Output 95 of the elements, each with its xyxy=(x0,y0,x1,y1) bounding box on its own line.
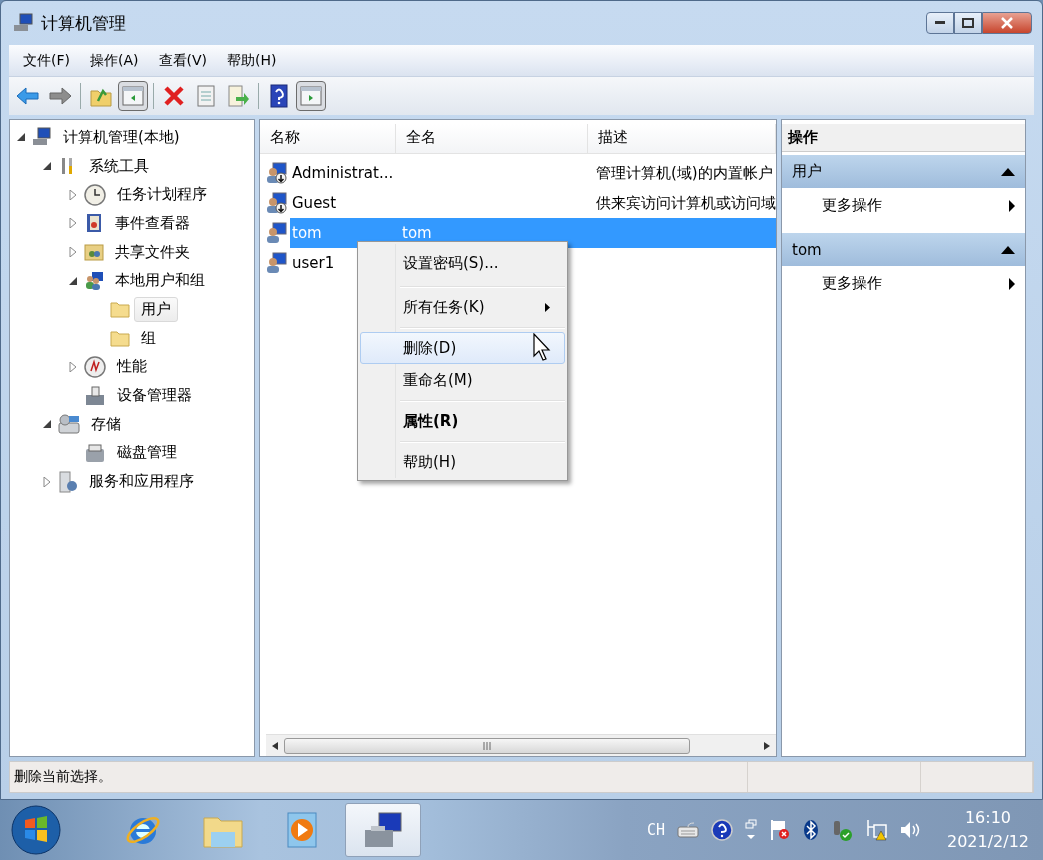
delete-icon xyxy=(163,85,185,107)
menu-item[interactable]: 操作(A) xyxy=(82,47,147,74)
help-icon[interactable] xyxy=(710,819,733,841)
menu-item[interactable]: 查看(V) xyxy=(150,47,215,74)
expanded-icon[interactable] xyxy=(17,133,25,142)
toolbar-button[interactable] xyxy=(118,81,148,111)
help-icon xyxy=(270,84,288,108)
tree-item[interactable]: 性能 xyxy=(110,354,154,380)
computer-management-icon xyxy=(13,13,33,33)
column-header[interactable]: 全名 xyxy=(396,124,588,153)
tree-item[interactable]: 磁盘管理 xyxy=(110,440,184,466)
menu-item[interactable]: 帮助(H) xyxy=(360,446,565,478)
tree-item[interactable]: 事件查看器 xyxy=(108,210,197,236)
export-icon xyxy=(227,85,249,107)
folder-icon xyxy=(110,299,130,320)
user-icon xyxy=(266,252,288,274)
mouse-pointer-icon xyxy=(533,333,551,361)
menu-item[interactable]: 重命名(M) xyxy=(360,364,565,396)
network-warning-icon[interactable] xyxy=(864,819,887,841)
tree-item[interactable]: 组 xyxy=(134,325,163,351)
menu-item[interactable]: 文件(F) xyxy=(15,47,78,74)
computer-icon xyxy=(32,127,52,148)
status-text: 删除当前选择。 xyxy=(10,762,748,792)
collapsed-icon[interactable] xyxy=(69,189,77,200)
submenu-arrow-icon xyxy=(545,302,550,312)
user-icon xyxy=(266,222,288,244)
table-cell-text: 供来宾访问计算机或访问域 xyxy=(595,192,776,214)
properties-icon xyxy=(195,85,217,107)
menu-item[interactable]: 属性(R) xyxy=(360,405,565,437)
users-icon xyxy=(84,270,104,291)
maximize-button[interactable] xyxy=(954,12,982,34)
expanded-icon[interactable] xyxy=(43,162,51,171)
gauge-icon xyxy=(84,355,106,378)
tree-item[interactable]: 任务计划程序 xyxy=(110,182,214,208)
tree-item[interactable]: 设备管理器 xyxy=(110,383,199,409)
tree-item[interactable]: 服务和应用程序 xyxy=(82,469,201,495)
action-item[interactable]: 更多操作 xyxy=(782,188,1025,223)
table-cell-text: Administrat... xyxy=(291,163,395,184)
flag-icon[interactable] xyxy=(768,819,791,841)
folder-icon xyxy=(110,328,130,349)
tree-item[interactable]: 本地用户和组 xyxy=(108,268,212,294)
action-pane-icon xyxy=(300,85,322,107)
menu-item[interactable]: 所有任务(K) xyxy=(360,291,565,323)
section-header[interactable]: tom xyxy=(782,233,1025,266)
event-log-icon xyxy=(84,213,104,234)
table-cell-text: user1 xyxy=(291,253,336,274)
collapsed-icon[interactable] xyxy=(69,247,77,258)
pane-title: 操作 xyxy=(782,124,1025,152)
section-header[interactable]: 用户 xyxy=(782,155,1025,188)
column-header[interactable]: 描述 xyxy=(588,124,776,153)
close-icon xyxy=(1000,17,1014,29)
expanded-icon[interactable] xyxy=(43,420,51,429)
console-tree-icon xyxy=(122,85,144,107)
submenu-arrow-icon xyxy=(1009,277,1015,290)
expanded-icon[interactable] xyxy=(69,276,77,285)
keyboard-icon[interactable] xyxy=(676,822,699,838)
menu-item[interactable]: 帮助(H) xyxy=(219,47,285,74)
disabled-user-icon xyxy=(266,192,288,214)
column-header[interactable]: 名称 xyxy=(260,124,396,153)
close-button[interactable] xyxy=(982,12,1032,34)
clock-icon xyxy=(84,183,106,206)
scroll-right-icon[interactable] xyxy=(764,741,770,750)
start-button[interactable] xyxy=(11,805,61,855)
minimize-button[interactable] xyxy=(926,12,954,34)
shared-folder-icon xyxy=(84,242,104,263)
minimize-icon xyxy=(935,21,945,25)
collapse-icon[interactable] xyxy=(1001,245,1015,254)
action-item[interactable]: 更多操作 xyxy=(782,266,1025,301)
disabled-user-icon xyxy=(266,162,288,184)
table-cell: tom xyxy=(290,218,396,248)
tree-item[interactable]: 计算机管理(本地) xyxy=(56,124,187,150)
table-cell-text: 管理计算机(域)的内置帐户 xyxy=(595,162,774,184)
collapsed-icon[interactable] xyxy=(69,218,77,229)
horizontal-scrollbar[interactable] xyxy=(266,734,776,756)
maximize-icon xyxy=(962,18,974,28)
show-hidden-icons[interactable] xyxy=(744,819,757,841)
grip-icon xyxy=(482,741,492,750)
collapsed-icon[interactable] xyxy=(69,361,77,372)
tree-item[interactable]: 用户 xyxy=(134,296,178,322)
scroll-left-icon[interactable] xyxy=(272,741,278,750)
storage-icon xyxy=(58,414,80,435)
toolbar-button[interactable] xyxy=(296,81,326,111)
taskbar-button[interactable] xyxy=(345,803,421,857)
back-icon xyxy=(16,86,40,106)
tree-item[interactable]: 系统工具 xyxy=(82,153,156,179)
bluetooth-icon[interactable] xyxy=(802,819,819,841)
table-cell-text: Guest xyxy=(291,193,338,214)
menu-item[interactable]: 删除(D) xyxy=(360,332,565,364)
tree-item[interactable]: 共享文件夹 xyxy=(108,239,197,265)
forward-icon xyxy=(48,86,72,106)
window-title: 计算机管理 xyxy=(41,11,127,35)
collapsed-icon[interactable] xyxy=(43,476,51,487)
collapse-icon[interactable] xyxy=(1001,167,1015,176)
submenu-arrow-icon xyxy=(1009,199,1015,212)
tree-item[interactable]: 存储 xyxy=(84,411,128,437)
